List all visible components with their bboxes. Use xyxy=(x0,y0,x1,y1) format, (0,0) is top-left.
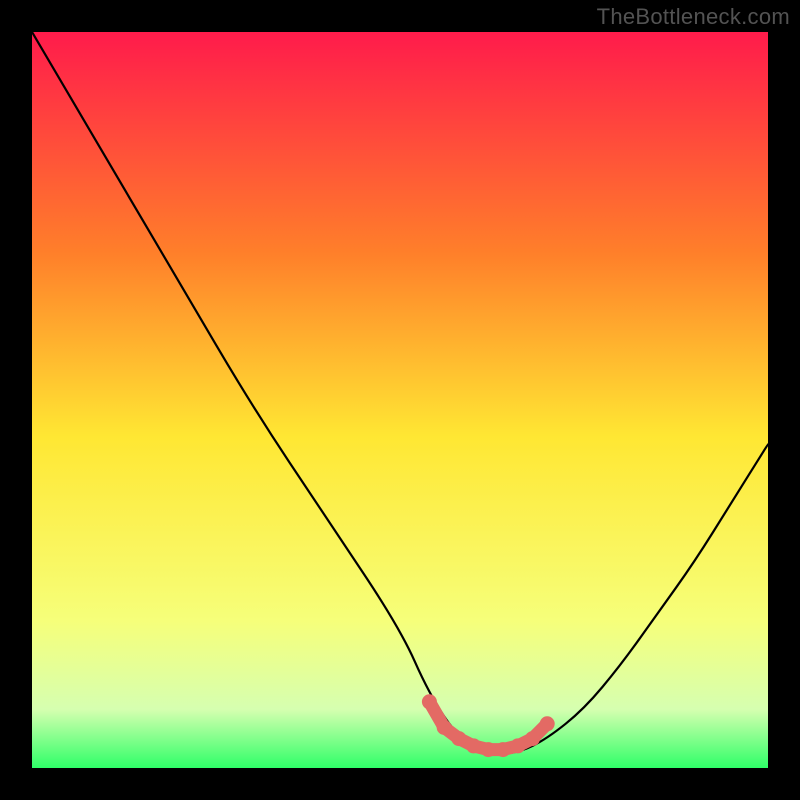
optimal-marker xyxy=(466,738,481,753)
optimal-marker xyxy=(451,731,466,746)
chart-frame: TheBottleneck.com xyxy=(0,0,800,800)
watermark-text: TheBottleneck.com xyxy=(597,4,790,30)
optimal-marker xyxy=(481,742,496,757)
optimal-marker xyxy=(540,716,555,731)
optimal-marker xyxy=(422,694,437,709)
plot-background xyxy=(32,32,768,768)
plot-svg xyxy=(32,32,768,768)
optimal-marker xyxy=(437,720,452,735)
optimal-marker xyxy=(496,742,511,757)
plot-area xyxy=(32,32,768,768)
optimal-marker xyxy=(525,731,540,746)
optimal-marker xyxy=(510,738,525,753)
